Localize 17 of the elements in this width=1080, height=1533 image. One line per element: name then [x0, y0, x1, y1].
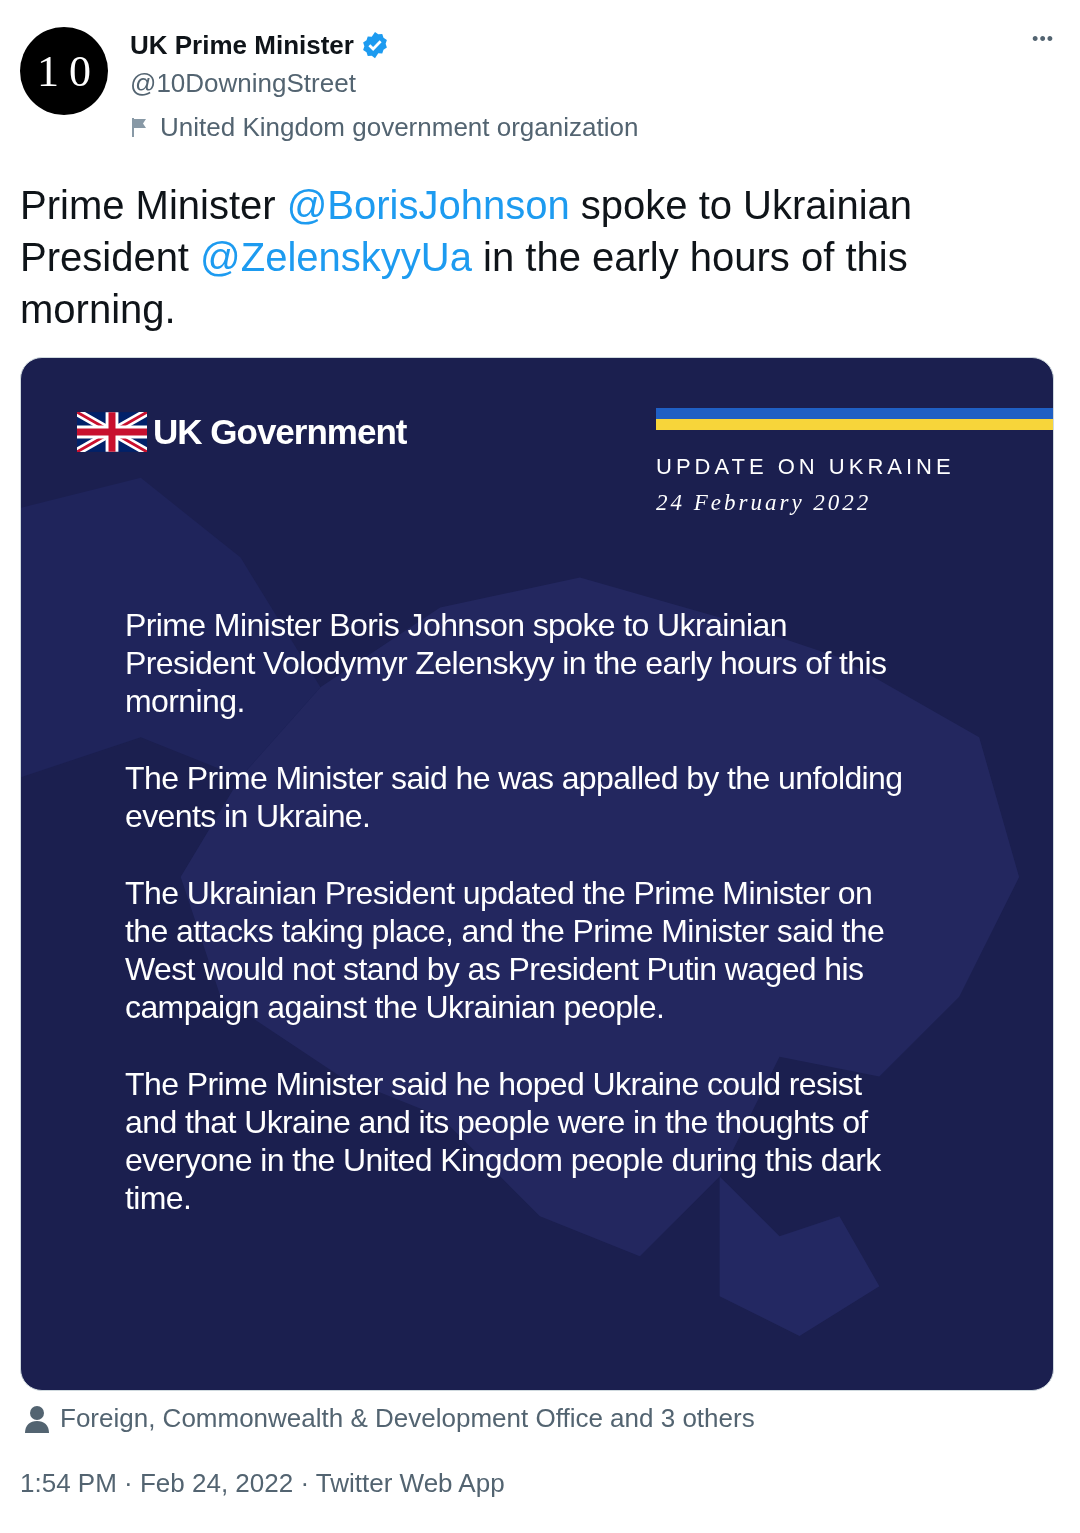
update-heading: UPDATE ON UKRAINE: [656, 454, 956, 480]
tweet-text: Prime Minister @BorisJohnson spoke to Ukrainian President @ZelenskyyUa in the early hours of this morning.: [20, 182, 914, 333]
more-button[interactable]: •••: [1032, 29, 1054, 50]
statement-paragraph: Prime Minister Boris Johnson spoke to Ukrainian President Volodymyr Zelenskyy in the early hours of this morning.: [125, 606, 888, 720]
brand-name: UK Government: [153, 412, 407, 452]
update-date: 24 February 2022: [656, 490, 873, 516]
tagged-accounts[interactable]: Foreign, Commonwealth & Development Office and 3 others: [60, 1403, 755, 1434]
account-handle[interactable]: @10DowningStreet: [130, 63, 1011, 103]
account-label: United Kingdom government organization: [160, 111, 639, 144]
union-flag-icon: [77, 412, 147, 452]
account-name[interactable]: UK Prime Minister: [130, 29, 354, 61]
person-icon: [24, 1404, 50, 1433]
statement-paragraph: The Prime Minister said he was appalled by the unfolding events in Ukraine.: [125, 759, 904, 835]
statement-paragraph: The Ukrainian President updated the Prime Minister on the attacks taking place, and the Prime Minister said the West would not stand by as President Putin waged his campaign against the Ukrainian people.: [125, 874, 886, 1026]
tweet-meta: 1:54 PM · Feb 24, 2022 · Twitter Web App: [20, 1468, 506, 1499]
avatar[interactable]: 10: [20, 27, 108, 115]
statement-paragraph: The Prime Minister said he hoped Ukraine could resist and that Ukraine and its people were in the thoughts of everyone in the United Kingdom people during this dark time.: [125, 1065, 882, 1217]
